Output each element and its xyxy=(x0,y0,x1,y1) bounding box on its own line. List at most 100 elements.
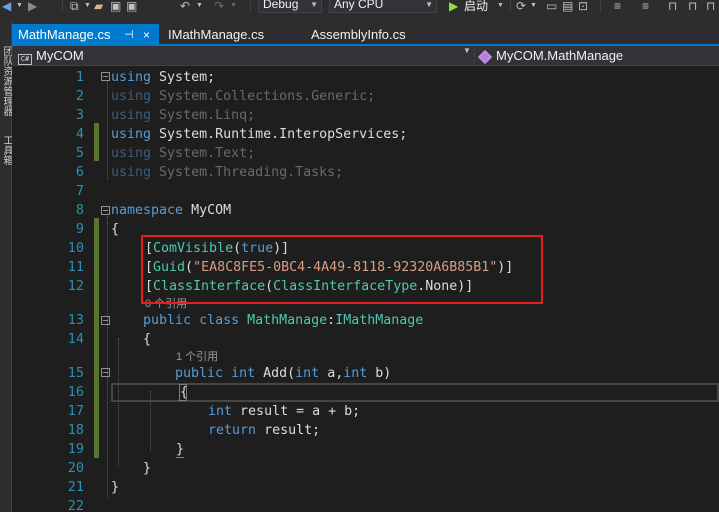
prev-bookmark-icon[interactable]: ⊓ xyxy=(706,0,715,14)
line-code: public class MathManage:IMathManage xyxy=(143,311,423,330)
save-all-icon[interactable]: ▣ xyxy=(126,0,137,14)
line-number: 14 xyxy=(67,331,84,347)
side-tab-team-explorer[interactable]: 团队资源管理器 xyxy=(0,38,12,124)
keyword: using xyxy=(111,89,152,104)
dropdown-icon[interactable]: ▼ xyxy=(497,0,504,14)
line-number: 7 xyxy=(75,183,84,199)
line-number: 3 xyxy=(75,107,84,123)
class-name: MathManage xyxy=(247,313,328,328)
namespace-ref: System.Text; xyxy=(159,146,256,161)
code-editor[interactable]: 1 using System; 2 using System.Collectio… xyxy=(12,66,719,512)
find-in-files-icon[interactable]: ▤ xyxy=(562,0,573,14)
code-line-14: 14 { xyxy=(12,330,719,349)
keyword: namespace xyxy=(111,203,184,218)
interface-name: IMathManage xyxy=(335,313,424,328)
diagnostic-icon[interactable]: ▭ xyxy=(546,0,557,14)
tab-assemblyinfo-cs[interactable]: AssemblyInfo.cs xyxy=(305,24,445,46)
close-icon[interactable]: × xyxy=(143,24,150,46)
play-icon[interactable]: ▶ xyxy=(449,0,458,14)
namespace-ref: System; xyxy=(159,70,216,85)
bookmark-icon[interactable]: ⊓ xyxy=(668,0,677,14)
line-number: 4 xyxy=(75,126,84,142)
line-number: 1 xyxy=(75,69,84,85)
start-debug-label[interactable]: 启动 xyxy=(464,0,488,14)
dropdown-icon[interactable]: ▼ xyxy=(84,0,91,14)
brace-match-highlight xyxy=(179,384,187,401)
tab-mathmanage-cs[interactable]: MathManage.cs ⊣ × xyxy=(12,24,159,46)
screenshot-icon[interactable]: ⊡ xyxy=(578,0,588,14)
chevron-down-icon[interactable]: ▼ xyxy=(463,46,471,55)
solution-platform-dropdown[interactable]: Any CPU ▼ xyxy=(329,0,437,13)
next-bookmark-icon[interactable]: ⊓ xyxy=(688,0,697,14)
pin-icon[interactable]: ⊣ xyxy=(124,24,134,46)
toolbar-separator xyxy=(250,0,251,12)
dropdown-icon[interactable]: ▼ xyxy=(196,0,203,14)
code-line-5: 5 using System.Text; xyxy=(12,144,719,163)
open-folder-icon[interactable]: ▰ xyxy=(94,0,103,14)
uncomment-icon[interactable]: ≡ xyxy=(642,0,649,14)
line-code: } xyxy=(176,440,185,459)
line-code: return result; xyxy=(208,421,320,440)
code-line-15: 15 public int Add(int a,int b) xyxy=(12,364,719,383)
annotation-highlight-box xyxy=(141,235,543,304)
line-number: 19 xyxy=(67,441,84,457)
parameter: a, xyxy=(327,366,344,381)
line-number: 22 xyxy=(67,498,84,512)
undo-icon[interactable]: ↶ xyxy=(180,0,190,14)
brace: } xyxy=(111,480,120,495)
code-line-8: 8 namespace MyCOM xyxy=(12,201,719,220)
toolbar-separator xyxy=(510,0,511,12)
code-line-22: 22 xyxy=(12,497,719,512)
line-code: { xyxy=(111,220,119,239)
project-name: MyCOM xyxy=(36,48,84,63)
document-tabs: MathManage.cs ⊣ × IMathManage.cs Assembl… xyxy=(12,20,719,46)
keyword: return xyxy=(208,423,257,438)
line-code: } xyxy=(111,478,119,497)
code-line-13: 13 public class MathManage:IMathManage xyxy=(12,311,719,330)
keyword: public xyxy=(175,366,224,381)
line-code: public int Add(int a,int b) xyxy=(175,364,391,383)
redo-icon[interactable]: ↷ xyxy=(214,0,224,14)
toolbar: ◀ ▼ ▶ ⧉ ▼ ▰ ▣ ▣ ↶ ▼ ↷ ▼ Debug ▼ Any CPU … xyxy=(0,0,719,20)
line-code: using System.Text; xyxy=(111,144,255,163)
project-dropdown[interactable]: C# MyCOM xyxy=(18,47,468,65)
line-number: 2 xyxy=(75,88,84,104)
type-name: MyCOM.MathManage xyxy=(496,48,624,63)
statement: result; xyxy=(264,423,321,438)
chevron-down-icon: ▼ xyxy=(310,0,318,9)
comment-out-icon[interactable]: ≡ xyxy=(614,0,621,14)
line-code: } xyxy=(143,459,151,478)
line-number: 12 xyxy=(67,278,84,294)
type-dropdown[interactable]: MyCOM.MathManage xyxy=(480,47,716,65)
code-line-19: 19 } xyxy=(12,440,719,459)
dropdown-icon[interactable]: ▼ xyxy=(16,0,23,14)
line-number: 15 xyxy=(67,365,84,381)
forward-icon[interactable]: ▶ xyxy=(28,0,37,14)
keyword: using xyxy=(111,165,152,180)
line-code: using System.Threading.Tasks; xyxy=(111,163,343,182)
code-line-18: 18 return result; xyxy=(12,421,719,440)
dropdown-icon[interactable]: ▼ xyxy=(530,0,537,14)
dropdown-icon[interactable]: ▼ xyxy=(230,0,237,14)
keyword: class xyxy=(199,313,240,328)
line-number: 20 xyxy=(67,460,84,476)
namespace-ref: System.Threading.Tasks; xyxy=(159,165,344,180)
codelens-references[interactable]: 1 个引用 xyxy=(176,350,218,364)
browser-link-icon[interactable]: ⟳ xyxy=(516,0,526,14)
keyword: public xyxy=(143,313,192,328)
side-tab-toolbox[interactable]: 工具箱 xyxy=(0,130,12,170)
line-number: 10 xyxy=(67,240,84,256)
keyword: int xyxy=(208,404,233,419)
code-line-3: 3 using System.Linq; xyxy=(12,106,719,125)
solution-config-dropdown[interactable]: Debug ▼ xyxy=(258,0,322,13)
new-project-icon[interactable]: ⧉ xyxy=(70,0,79,14)
tab-imathmanage-cs[interactable]: IMathManage.cs xyxy=(162,24,302,46)
brace: } xyxy=(143,461,152,476)
back-icon[interactable]: ◀ xyxy=(2,0,11,14)
line-code: using System.Runtime.InteropServices; xyxy=(111,125,407,144)
method-name: Add( xyxy=(263,366,296,381)
code-line-7: 7 xyxy=(12,182,719,201)
save-icon[interactable]: ▣ xyxy=(110,0,121,14)
code-line-2: 2 using System.Collections.Generic; xyxy=(12,87,719,106)
code-line-6: 6 using System.Threading.Tasks; xyxy=(12,163,719,182)
